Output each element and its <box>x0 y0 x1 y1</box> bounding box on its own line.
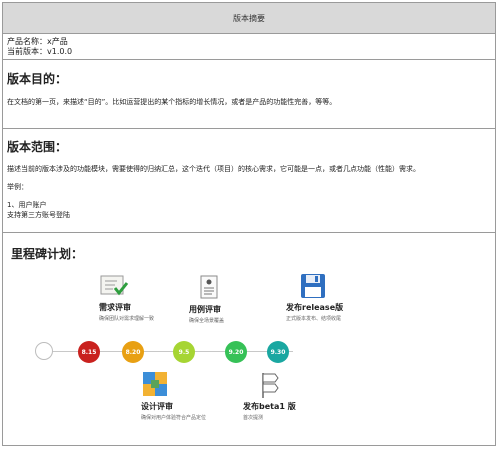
milestone-desc-3: 确保全场景覆盖 <box>189 318 225 324</box>
milestone-5: 发布release版 正式版本发布、结项收尾 <box>286 302 343 322</box>
goal-text: 在文档的第一页，来描述“目的”。比如运营提出的某个指标的增长情况，或者是产品的功… <box>7 98 337 106</box>
milestone-desc-4: 首次提测 <box>243 415 264 421</box>
scope-item-title: 1、用户账户 <box>7 201 47 209</box>
milestone-date-5: 9.30 <box>270 348 286 356</box>
summary-title: 版本摘要 <box>3 3 495 34</box>
milestone-desc-2: 确保对用户体验符合产品定位 <box>141 415 207 421</box>
milestone-title-1: 需求评审 <box>99 303 131 312</box>
milestone-2: 设计评审 确保对用户体验符合产品定位 <box>141 401 206 421</box>
milestone-title-4: 发布beta1 版 <box>243 402 296 411</box>
milestone-date-3: 9.5 <box>178 348 190 356</box>
milestone-title-2: 设计评审 <box>141 402 173 411</box>
milestone-date-4: 9.20 <box>228 348 244 356</box>
milestone-1: 需求评审 确保团队对需求理解一致 <box>99 302 154 322</box>
milestone-dot-2: 8.20 <box>122 341 144 363</box>
scope-item-detail: 支持第三方账号登陆 <box>7 211 70 219</box>
document-icon <box>200 275 218 299</box>
timeline-start-dot <box>35 342 53 360</box>
goal-heading: 版本目的： <box>7 72 68 86</box>
milestone-desc-1: 确保团队对需求理解一致 <box>99 316 155 322</box>
milestone-title-3: 用例评审 <box>189 305 221 314</box>
milestone-heading: 里程碑计划： <box>11 247 84 261</box>
scope-text: 描述当前的版本涉及的功能模块，需要使得的归纳汇总，这个迭代（项目）的核心需求，它… <box>7 165 420 173</box>
milestone-title-5: 发布release版 <box>286 303 344 312</box>
milestone-dot-4: 9.20 <box>225 341 247 363</box>
milestone-4: 发布beta1 版 首次提测 <box>243 401 296 421</box>
goal-section: 版本目的： 在文档的第一页，来描述“目的”。比如运营提出的某个指标的增长情况，或… <box>3 60 495 129</box>
scope-item: 1、用户账户 支持第三方账号登陆 <box>7 200 491 220</box>
milestone-dot-3: 9.5 <box>173 341 195 363</box>
scope-section: 版本范围： 描述当前的版本涉及的功能模块，需要使得的归纳汇总，这个迭代（项目）的… <box>3 129 495 233</box>
flag-icon <box>262 373 279 398</box>
current-version: 当前版本：v1.0.0 <box>7 47 73 56</box>
scope-heading: 版本范围： <box>7 140 68 154</box>
version-summary-table: 版本摘要 产品名称：x产品 当前版本：v1.0.0 版本目的： 在文档的第一页，… <box>2 2 496 446</box>
product-name: 产品名称：x产品 <box>7 37 68 46</box>
milestone-dot-5: 9.30 <box>267 341 289 363</box>
certificate-icon <box>100 275 129 296</box>
milestone-3: 用例评审 确保全场景覆盖 <box>189 304 224 324</box>
milestone-dot-1: 8.15 <box>78 341 100 363</box>
scope-example-label: 举例： <box>7 183 28 191</box>
save-icon <box>301 274 325 298</box>
milestone-date-2: 8.20 <box>125 348 141 356</box>
milestone-section: 里程碑计划： 8.15 8.20 9.5 9.20 9.30 需求评审 确保团队… <box>3 233 495 443</box>
meta-section: 产品名称：x产品 当前版本：v1.0.0 <box>3 34 495 60</box>
milestone-desc-5: 正式版本发布、结项收尾 <box>286 316 342 322</box>
design-grid-icon <box>143 372 167 396</box>
milestone-date-1: 8.15 <box>81 348 97 356</box>
